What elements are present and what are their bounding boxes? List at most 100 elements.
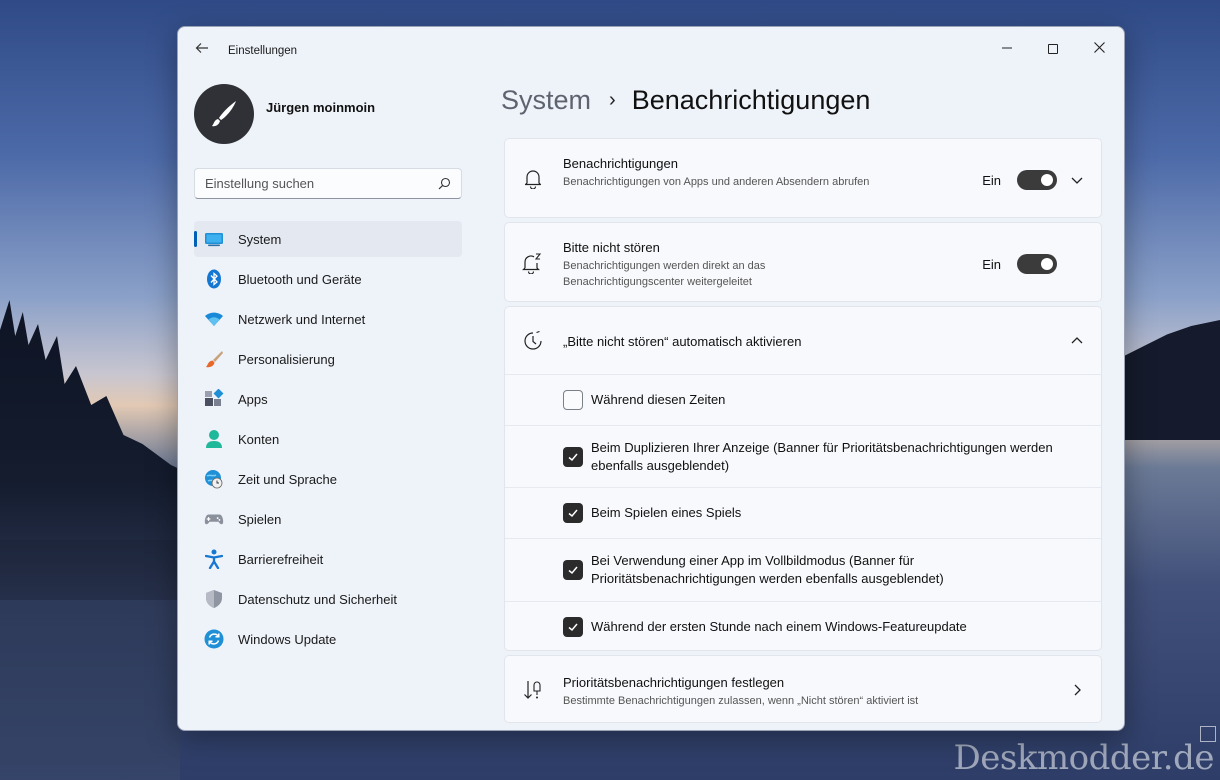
notifications-description: Benachrichtigungen von Apps und anderen … <box>563 176 870 188</box>
sidebar-item-personalization[interactable]: Personalisierung <box>194 341 462 377</box>
notifications-card[interactable]: Benachrichtigungen Benachrichtigungen vo… <box>504 138 1102 218</box>
priority-title: Prioritätsbenachrichtigungen festlegen <box>563 675 785 690</box>
close-icon <box>1093 42 1105 53</box>
option-label: Während diesen Zeiten <box>591 392 726 407</box>
checkbox-during-times[interactable] <box>563 390 583 410</box>
sidebar-item-label: Konten <box>238 431 280 447</box>
sidebar-item-label: Datenschutz und Sicherheit <box>238 591 397 607</box>
priority-description: Bestimmte Benachrichtigungen zulassen, w… <box>563 695 919 707</box>
sidebar-item-label: Personalisierung <box>238 351 335 367</box>
notifications-toggle[interactable] <box>1017 170 1057 190</box>
gamepad-icon <box>204 509 224 529</box>
chevron-up-icon[interactable] <box>1069 333 1085 349</box>
sidebar-item-windows-update[interactable]: Windows Update <box>194 621 462 657</box>
sidebar-item-bluetooth[interactable]: Bluetooth und Geräte <box>194 261 462 297</box>
sidebar-item-label: Bluetooth und Geräte <box>238 271 362 287</box>
checkmark-icon <box>568 566 578 575</box>
breadcrumb-separator: › <box>609 89 616 111</box>
list-item: Während diesen Zeiten <box>505 374 1101 425</box>
chevron-down-icon[interactable] <box>1069 172 1085 188</box>
clock-snooze-icon <box>522 330 544 352</box>
sidebar-item-label: Netzwerk und Internet <box>238 311 366 327</box>
title-bar: Einstellungen <box>178 27 1124 75</box>
shield-icon <box>204 589 224 609</box>
chevron-right-icon[interactable] <box>1069 682 1085 698</box>
sidebar-item-accessibility[interactable]: Barrierefreiheit <box>194 541 462 577</box>
bell-snooze-icon <box>522 252 544 274</box>
sidebar-item-accounts[interactable]: Konten <box>194 421 462 457</box>
sidebar-item-time-language[interactable]: Zeit und Sprache <box>194 461 462 497</box>
sidebar-item-label: Zeit und Sprache <box>238 471 338 487</box>
search-icon[interactable] <box>438 177 451 190</box>
watermark: Deskmodder.de <box>953 738 1214 778</box>
page-title: Benachrichtigungen <box>631 85 871 115</box>
auto-dnd-title: „Bitte nicht stören“ automatisch aktivie… <box>563 334 802 349</box>
sidebar-item-label: System <box>238 231 282 247</box>
list-item: Bei Verwendung einer App im Vollbildmodu… <box>505 538 1101 601</box>
sidebar-item-gaming[interactable]: Spielen <box>194 501 462 537</box>
user-name: Jürgen moinmoin <box>266 100 376 115</box>
avatar[interactable] <box>194 84 254 144</box>
option-label: Beim Duplizieren Ihrer Anzeige (Banner f… <box>591 440 1053 473</box>
option-label: Bei Verwendung einer App im Vollbildmodu… <box>591 553 944 586</box>
list-item: Während der ersten Stunde nach einem Win… <box>505 601 1101 651</box>
back-button[interactable] <box>192 41 212 61</box>
search-input[interactable] <box>195 169 425 198</box>
app-title: Einstellungen <box>228 45 298 57</box>
sidebar-item-privacy[interactable]: Datenschutz und Sicherheit <box>194 581 462 617</box>
close-button[interactable] <box>1076 33 1122 63</box>
notifications-toggle-label: Ein <box>982 173 1001 188</box>
system-icon <box>204 229 224 249</box>
wifi-icon <box>204 309 224 329</box>
breadcrumb-parent[interactable]: System <box>501 85 591 116</box>
sidebar-item-network[interactable]: Netzwerk und Internet <box>194 301 462 337</box>
maximize-icon <box>1048 44 1058 55</box>
checkmark-icon <box>568 623 578 632</box>
update-icon <box>204 629 224 649</box>
clock-globe-icon <box>204 469 224 489</box>
option-label: Während der ersten Stunde nach einem Win… <box>591 619 967 634</box>
apps-icon <box>204 389 224 409</box>
wallpaper-hill-right <box>1124 320 1220 440</box>
notifications-title: Benachrichtigungen <box>563 156 678 171</box>
checkbox-duplicating-display[interactable] <box>563 447 583 467</box>
checkbox-playing-game[interactable] <box>563 503 583 523</box>
priority-card[interactable]: Prioritätsbenachrichtigungen festlegen B… <box>504 655 1102 723</box>
maximize-button[interactable] <box>1030 33 1076 63</box>
dnd-title: Bitte nicht stören <box>563 240 660 255</box>
sidebar-item-system[interactable]: System <box>194 221 462 257</box>
list-item: Beim Spielen eines Spiels <box>505 487 1101 538</box>
bell-icon <box>522 168 544 190</box>
checkbox-fullscreen-app[interactable] <box>563 560 583 580</box>
option-label: Beim Spielen eines Spiels <box>591 505 742 520</box>
sidebar-item-label: Spielen <box>238 511 282 527</box>
dnd-toggle[interactable] <box>1017 254 1057 274</box>
checkmark-icon <box>568 509 578 518</box>
auto-dnd-card: „Bitte nicht stören“ automatisch aktivie… <box>504 306 1102 651</box>
sidebar-nav: System Bluetooth und Geräte Netzwerk und… <box>194 221 462 661</box>
accessibility-icon <box>204 549 224 569</box>
minimize-button[interactable] <box>984 33 1030 63</box>
dnd-toggle-label: Ein <box>982 257 1001 272</box>
breadcrumb: System › Benachrichtigungen <box>501 85 870 116</box>
dnd-description: Benachrichtigungen werden direkt an das … <box>563 260 766 288</box>
auto-dnd-header[interactable]: „Bitte nicht stören“ automatisch aktivie… <box>505 307 1101 375</box>
sidebar-item-label: Apps <box>238 391 268 407</box>
settings-window: Einstellungen Jürgen moinmoin System <box>177 26 1125 731</box>
person-icon <box>204 429 224 449</box>
checkbox-feature-update[interactable] <box>563 617 583 637</box>
bluetooth-icon <box>204 269 224 289</box>
dnd-card: Bitte nicht stören Benachrichtigungen we… <box>504 222 1102 302</box>
checkmark-icon <box>568 453 578 462</box>
list-item: Beim Duplizieren Ihrer Anzeige (Banner f… <box>505 425 1101 487</box>
minimize-icon <box>1002 47 1012 49</box>
sidebar-item-apps[interactable]: Apps <box>194 381 462 417</box>
wallpaper-reflection <box>0 540 180 780</box>
watermark-icon <box>1200 726 1216 742</box>
brush-icon <box>204 349 224 369</box>
sidebar-item-label: Barrierefreiheit <box>238 551 324 567</box>
sidebar-item-label: Windows Update <box>238 631 337 647</box>
priority-sort-icon <box>522 679 544 701</box>
search-box[interactable] <box>194 168 462 199</box>
arrow-left-icon <box>195 43 208 53</box>
